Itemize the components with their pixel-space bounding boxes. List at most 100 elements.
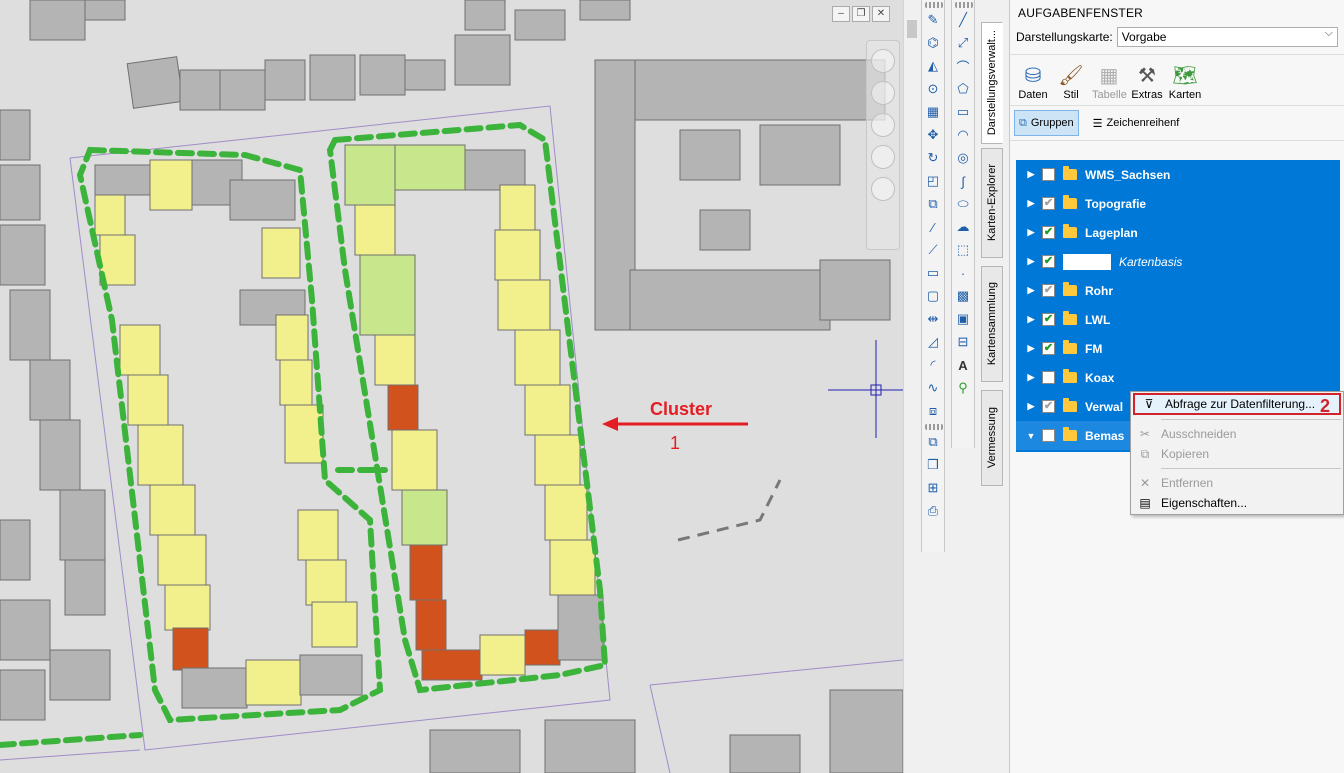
- layer-checkbox[interactable]: [1042, 429, 1055, 442]
- layer-row[interactable]: ▶ ✔ Kartenbasis: [1016, 247, 1340, 276]
- scale-icon[interactable]: ◰: [923, 171, 943, 191]
- text-frame-icon[interactable]: ⊞: [923, 478, 943, 498]
- layer-checkbox[interactable]: ✔: [1042, 197, 1055, 210]
- restore-icon[interactable]: ❐: [852, 6, 870, 22]
- curve-icon[interactable]: ∿: [923, 378, 943, 398]
- circle-icon[interactable]: ◎: [953, 148, 973, 168]
- expanded-arrow-icon[interactable]: ▼: [1020, 431, 1042, 441]
- collapsed-arrow-icon[interactable]: ▶: [1020, 372, 1042, 383]
- mirror-icon[interactable]: ◭: [923, 56, 943, 76]
- ribbon-tabelle-button[interactable]: ▦ Tabelle: [1092, 63, 1127, 102]
- arc-icon[interactable]: ◜: [923, 355, 943, 375]
- polyline-icon[interactable]: ⤢: [953, 33, 973, 53]
- layer-checkbox[interactable]: ✔: [1042, 226, 1055, 239]
- rotate-icon[interactable]: ↻: [923, 148, 943, 168]
- point-circle-icon[interactable]: ⊙: [923, 79, 943, 99]
- layer-row[interactable]: ▶ ✔ LWL: [1016, 305, 1340, 334]
- layer-checkbox[interactable]: ✔: [1042, 255, 1055, 268]
- offset-icon[interactable]: ⇹: [923, 309, 943, 329]
- region-icon[interactable]: ▣: [953, 309, 973, 329]
- menu-item-properties[interactable]: ▤ Eigenschaften...: [1131, 493, 1343, 513]
- group-icon[interactable]: ⧉: [923, 432, 943, 452]
- brush-icon[interactable]: ✎: [923, 10, 943, 30]
- map-canvas[interactable]: Cluster 1 – ❐ ✕: [0, 0, 903, 773]
- navigation-widget[interactable]: [866, 40, 900, 250]
- collapsed-arrow-icon[interactable]: ▶: [1020, 314, 1042, 325]
- collapsed-arrow-icon[interactable]: ▶: [1020, 256, 1042, 267]
- layer-row[interactable]: ▶ Koax: [1016, 363, 1340, 392]
- tab-darstellungsverwaltung[interactable]: Darstellungsverwalt...: [981, 22, 1003, 144]
- rewind-icon[interactable]: [871, 177, 895, 201]
- toolbar-grip[interactable]: [955, 2, 973, 8]
- layer-checkbox[interactable]: ✔: [1042, 400, 1055, 413]
- ribbon-extras-button[interactable]: ⚒ Extras: [1130, 63, 1164, 102]
- toolbar-grip[interactable]: [925, 424, 943, 430]
- ribbon-daten-button[interactable]: ⛁ Daten: [1016, 63, 1050, 102]
- layer-row[interactable]: ▶ ✔ Rohr: [1016, 276, 1340, 305]
- layer-checkbox[interactable]: ✔: [1042, 284, 1055, 297]
- line-icon[interactable]: ╱: [953, 10, 973, 30]
- collapsed-arrow-icon[interactable]: ▶: [1020, 198, 1042, 209]
- menu-item-cut[interactable]: ✂ Ausschneiden: [1131, 424, 1343, 444]
- menu-item-data-filter-query[interactable]: ⊽ Abfrage zur Datenfilterung...: [1133, 393, 1341, 415]
- layer-checkbox[interactable]: ✔: [1042, 342, 1055, 355]
- layer-row[interactable]: ▶ ✔ Topografie: [1016, 189, 1340, 218]
- close-icon[interactable]: ✕: [872, 6, 890, 22]
- collapsed-arrow-icon[interactable]: ▶: [1020, 169, 1042, 180]
- minimize-icon[interactable]: –: [832, 6, 850, 22]
- tab-vermessung[interactable]: Vermessung: [981, 390, 1003, 486]
- layers-icon[interactable]: ⧈: [923, 401, 943, 421]
- groups-button[interactable]: ⧉ Gruppen: [1014, 110, 1079, 136]
- rectangle-icon[interactable]: ▭: [953, 102, 973, 122]
- polygon-icon[interactable]: ⬠: [953, 79, 973, 99]
- layer-row[interactable]: ▶ ✔ Lageplan: [1016, 218, 1340, 247]
- ribbon-stil-button[interactable]: 🖌 Stil: [1054, 63, 1088, 102]
- ellipse-icon[interactable]: ⬭: [953, 194, 973, 214]
- menu-item-remove[interactable]: ✕ Entfernen: [1131, 473, 1343, 493]
- join-icon[interactable]: ▢: [923, 286, 943, 306]
- toolbar-grip[interactable]: [925, 2, 943, 8]
- hatch-icon[interactable]: ▩: [953, 286, 973, 306]
- layer-checkbox[interactable]: [1042, 168, 1055, 181]
- pan-icon[interactable]: [871, 49, 895, 73]
- menu-item-copy[interactable]: ⧉ Kopieren: [1131, 444, 1343, 464]
- dimension-icon[interactable]: ·: [953, 263, 973, 283]
- ribbon-karten-button[interactable]: 🗺 Karten: [1168, 63, 1202, 102]
- spline-icon[interactable]: ⌒: [953, 56, 973, 76]
- collapsed-arrow-icon[interactable]: ▶: [1020, 401, 1042, 412]
- draw-order-button[interactable]: ☰ Zeichenreihenf: [1089, 110, 1184, 136]
- arc-icon[interactable]: ◠: [953, 125, 973, 145]
- polygon-edit-icon[interactable]: ⌬: [923, 33, 943, 53]
- extend-icon[interactable]: ⟋: [923, 240, 943, 260]
- layer-row[interactable]: ▶ WMS_Sachsen: [1016, 160, 1340, 189]
- folder-icon: [1063, 340, 1077, 354]
- walk-icon[interactable]: [871, 145, 895, 169]
- rectangle-grid-icon[interactable]: ▦: [923, 102, 943, 122]
- layer-checkbox[interactable]: [1042, 371, 1055, 384]
- ungroup-icon[interactable]: ❒: [923, 455, 943, 475]
- display-map-select[interactable]: Vorgabe: [1116, 27, 1338, 47]
- copy-icon[interactable]: ⧉: [923, 194, 943, 214]
- collapsed-arrow-icon[interactable]: ▶: [1020, 285, 1042, 296]
- corner-icon[interactable]: ◿: [923, 332, 943, 352]
- break-icon[interactable]: ▭: [923, 263, 943, 283]
- print-icon[interactable]: ⎙: [923, 501, 943, 521]
- collapsed-arrow-icon[interactable]: ▶: [1020, 343, 1042, 354]
- collapsed-arrow-icon[interactable]: ▶: [1020, 227, 1042, 238]
- attribute-icon[interactable]: ⚲: [953, 378, 973, 398]
- zoom-icon[interactable]: [871, 81, 895, 105]
- trim-icon[interactable]: ⁄: [923, 217, 943, 237]
- orbit-icon[interactable]: [871, 113, 895, 137]
- text-icon[interactable]: A: [953, 355, 973, 375]
- table-icon[interactable]: ⊟: [953, 332, 973, 352]
- tab-kartensammlung[interactable]: Kartensammlung: [981, 266, 1003, 382]
- tab-karten-explorer[interactable]: Karten-Explorer: [981, 148, 1003, 258]
- curve-icon[interactable]: ∫: [953, 171, 973, 191]
- scroll-thumb[interactable]: [907, 20, 917, 38]
- layer-row[interactable]: ▶ ✔ FM: [1016, 334, 1340, 363]
- cloud-icon[interactable]: ☁: [953, 217, 973, 237]
- layer-checkbox[interactable]: ✔: [1042, 313, 1055, 326]
- map-scrollbar[interactable]: [903, 0, 920, 773]
- move-icon[interactable]: ✥: [923, 125, 943, 145]
- select-icon[interactable]: ⬚: [953, 240, 973, 260]
